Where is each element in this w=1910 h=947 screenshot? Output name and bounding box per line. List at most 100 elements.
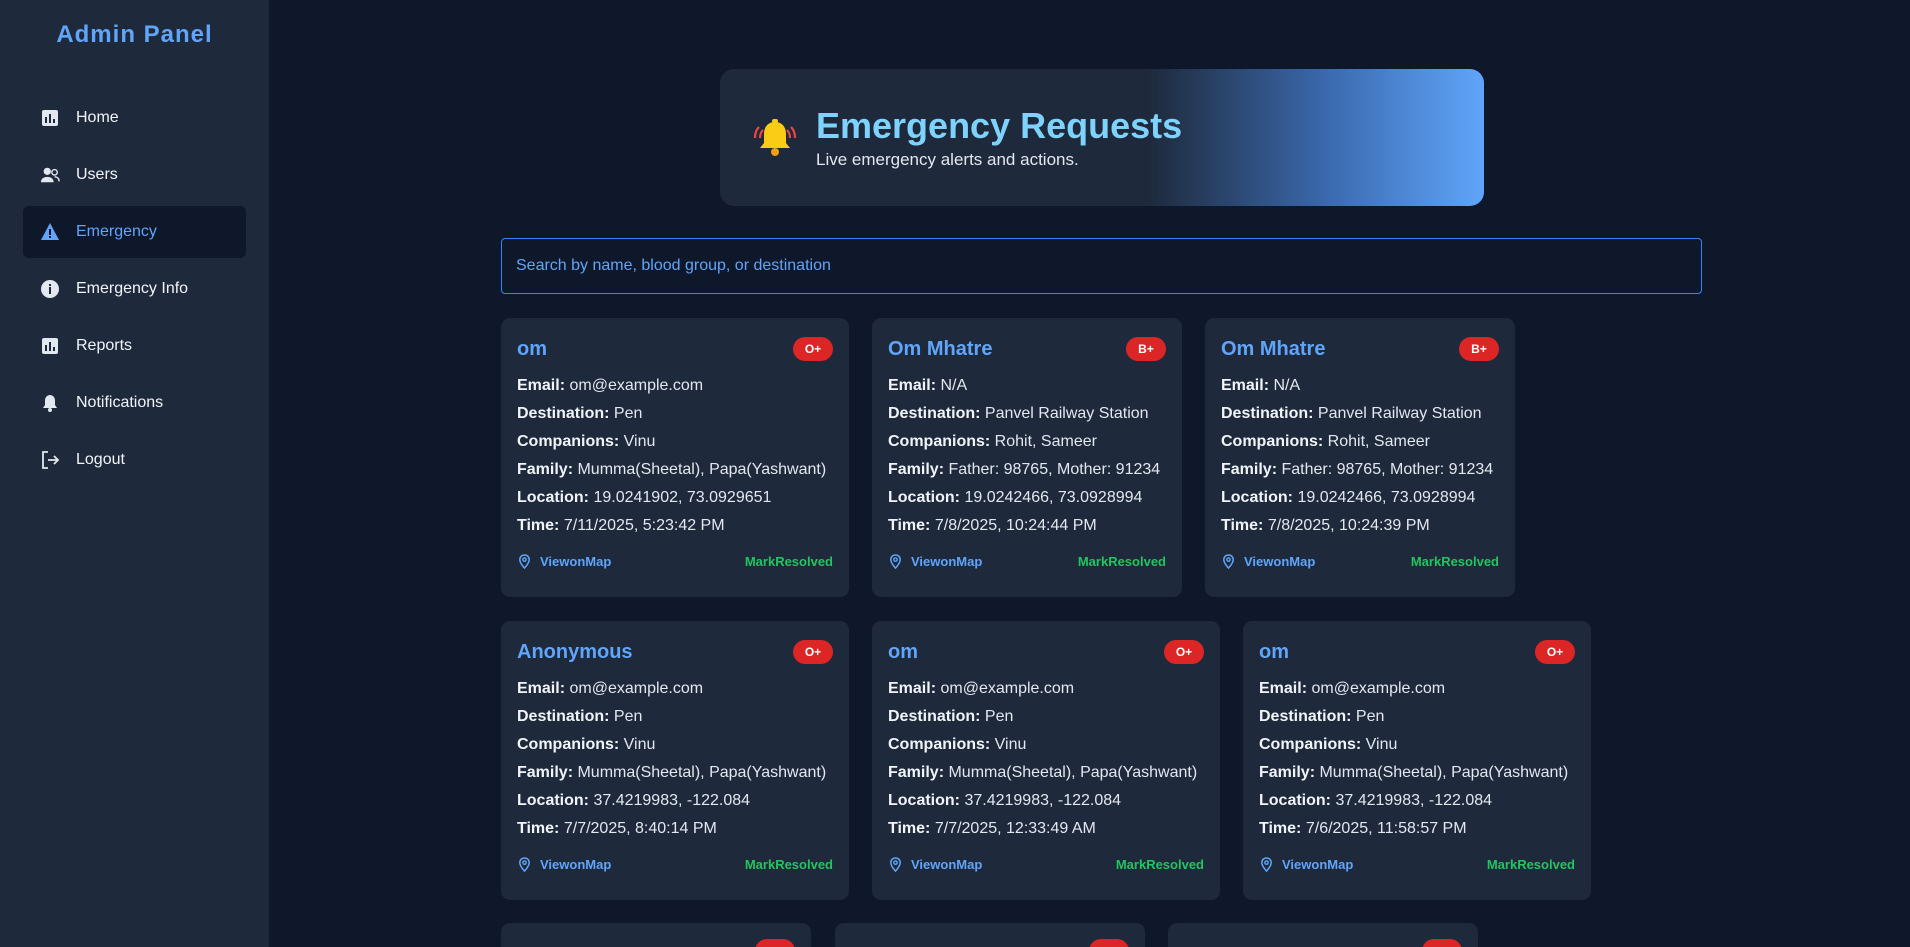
card-field-family: Family: Mumma(Sheetal), Papa(Yashwant) [888,759,1204,787]
card-field-email: Email: om@example.com [1259,675,1575,703]
card-actions: ViewonMap MarkResolved [517,554,833,569]
field-label: Companions: [517,736,620,753]
page-subtitle: Live emergency alerts and actions. [816,149,1079,169]
requester-name: Anonymous [517,640,633,663]
field-label: Family: [1259,764,1316,781]
field-label: Email: [888,377,937,394]
sidebar-item-reports[interactable]: Reports [23,320,246,372]
field-label: Companions: [888,736,991,753]
card-field-destination: Destination: Pen [517,703,833,731]
view-on-map-link[interactable]: ViewonMap [888,554,982,569]
mark-resolved-button[interactable]: MarkResolved [1116,857,1204,872]
blood-group-badge [1422,939,1462,947]
blood-group-badge: O+ [1164,640,1204,664]
card-field-location: Location: 37.4219983, -122.084 [1259,787,1575,815]
info-icon [40,279,60,299]
card-field-companions: Companions: Vinu [888,731,1204,759]
field-value: 19.0242466, 73.0928994 [964,489,1143,506]
field-value: 7/8/2025, 10:24:39 PM [1267,517,1430,534]
field-label: Location: [517,792,589,809]
card-field-family: Family: Mumma(Sheetal), Papa(Yashwant) [517,456,833,484]
sidebar-item-logout[interactable]: Logout [23,434,246,486]
card-field-companions: Companions: Rohit, Sameer [1221,428,1499,456]
blood-group-badge: O+ [793,337,833,361]
field-value: om@example.com [569,377,704,394]
blood-group-badge [755,939,795,947]
card-field-location: Location: 37.4219983, -122.084 [517,787,833,815]
view-on-map-link[interactable]: ViewonMap [1259,857,1353,872]
mark-resolved-button[interactable]: MarkResolved [745,857,833,872]
field-value: 19.0242466, 73.0928994 [1297,489,1476,506]
card-details: Email: om@example.com Destination: Pen Com… [888,675,1204,843]
sidebar-item-notifications[interactable]: Notifications [23,377,246,429]
header-text: Emergency Requests Live emergency alerts… [816,105,1182,170]
card-field-time: Time: 7/11/2025, 5:23:42 PM [517,512,833,540]
view-on-map-link[interactable]: ViewonMap [1221,554,1315,569]
field-label: Location: [888,792,960,809]
field-label: Time: [517,517,560,534]
view-on-map-link[interactable]: ViewonMap [517,857,611,872]
sidebar-item-label: Reports [76,337,133,354]
field-value: Vinu [994,736,1027,753]
blood-group-badge [1089,939,1129,947]
emergency-card: Anonymous O+ Email: om@example.com Destin… [501,621,849,900]
view-on-map-link[interactable]: ViewonMap [517,554,611,569]
card-field-destination: Destination: Pen [1259,703,1575,731]
card-details: Email: om@example.com Destination: Pen Com… [517,372,833,540]
sidebar-item-users[interactable]: Users [23,149,246,201]
map-pin-icon [519,857,530,872]
card-header: om O+ [517,334,833,364]
brand-title: Admin Panel [56,21,213,48]
sidebar-item-label: Notifications [76,394,164,411]
blood-group-badge: B+ [1459,337,1499,361]
field-label: Family: [517,461,574,478]
field-value: Panvel Railway Station [1317,405,1482,422]
card-field-destination: Destination: Pen [517,400,833,428]
mark-resolved-button[interactable]: MarkResolved [1078,554,1166,569]
view-on-map-link[interactable]: ViewonMap [888,857,982,872]
view-on-map-label: ViewonMap [540,857,612,872]
card-header: Om Mhatre B+ [888,334,1166,364]
card-field-companions: Companions: Vinu [1259,731,1575,759]
view-on-map-label: ViewonMap [1282,857,1354,872]
card-header: Anonymous O+ [517,637,833,667]
field-label: Email: [517,377,566,394]
field-label: Location: [517,489,589,506]
card-field-location: Location: 37.4219983, -122.084 [888,787,1204,815]
search-input[interactable] [501,238,1702,294]
field-label: Location: [1259,792,1331,809]
field-value: 19.0241902, 73.0929651 [593,489,772,506]
emergency-card: om O+ Email: om@example.com Destination: … [1243,621,1591,900]
mark-resolved-button[interactable]: MarkResolved [1487,857,1575,872]
requester-name: om [517,337,547,360]
card-field-location: Location: 19.0241902, 73.0929651 [517,484,833,512]
sidebar-item-label: Logout [76,451,125,468]
field-value: 7/8/2025, 10:24:44 PM [934,517,1097,534]
sidebar-item-emergency[interactable]: Emergency [23,206,246,258]
sidebar-item-home[interactable]: Home [23,92,246,144]
field-label: Family: [888,764,945,781]
warning-icon [40,222,60,242]
card-details: Email: om@example.com Destination: Pen Com… [1259,675,1575,843]
card-details: Email: om@example.com Destination: Pen Com… [517,675,833,843]
card-field-destination: Destination: Pen [888,703,1204,731]
sidebar-item-emergency-info[interactable]: Emergency Info [23,263,246,315]
card-field-family: Family: Mumma(Sheetal), Papa(Yashwant) [517,759,833,787]
field-value: 7/6/2025, 11:58:57 PM [1305,820,1467,837]
card-field-location: Location: 19.0242466, 73.0928994 [888,484,1166,512]
card-header: Om Mhatre B+ [1221,334,1499,364]
page-header: Emergency Requests Live emergency alerts… [720,69,1484,206]
chart-icon [40,336,60,356]
emergency-card: om O+ Email: om@example.com Destination: … [872,621,1220,900]
card-header: om O+ [888,637,1204,667]
view-on-map-label: ViewonMap [911,857,983,872]
mark-resolved-button[interactable]: MarkResolved [1411,554,1499,569]
field-label: Destination: [1259,708,1352,725]
field-value: 37.4219983, -122.084 [964,792,1122,809]
field-value: N/A [940,377,968,394]
field-label: Time: [888,820,931,837]
sidebar-item-label: Emergency Info [76,280,189,297]
card-field-time: Time: 7/6/2025, 11:58:57 PM [1259,815,1575,843]
card-field-family: Family: Mumma(Sheetal), Papa(Yashwant) [1259,759,1575,787]
mark-resolved-button[interactable]: MarkResolved [745,554,833,569]
